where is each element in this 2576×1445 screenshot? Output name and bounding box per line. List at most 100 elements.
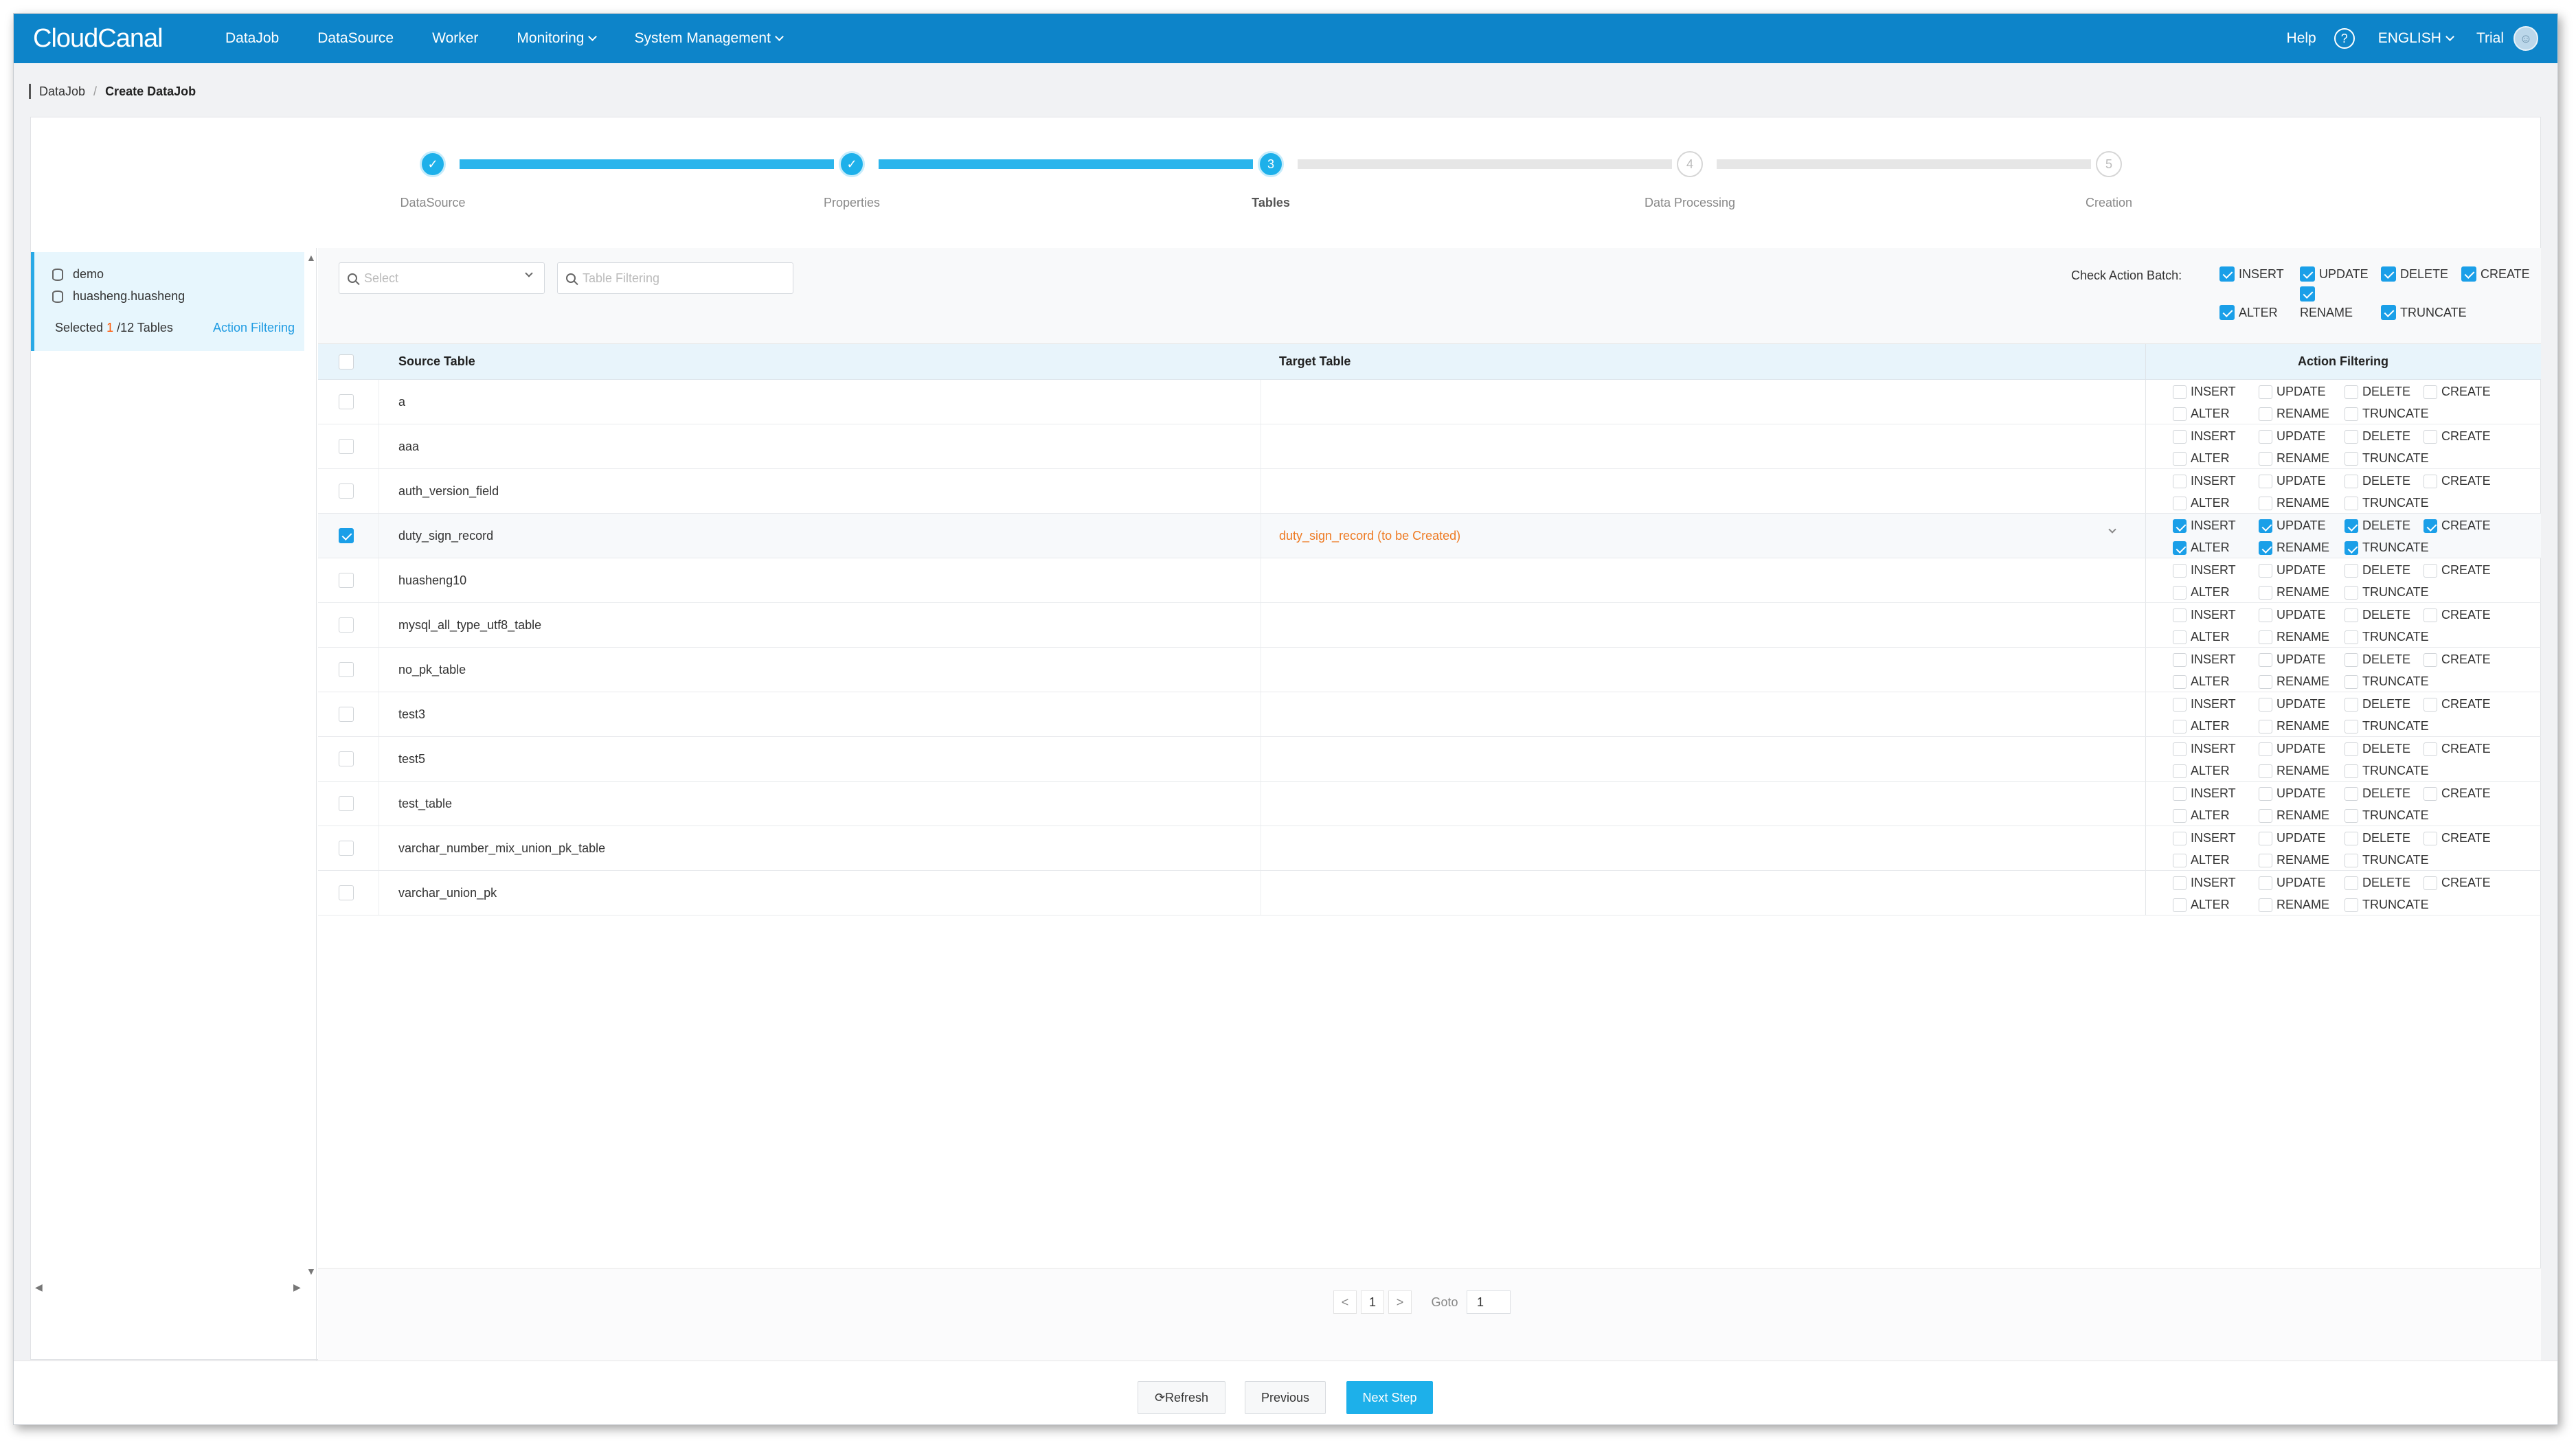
batch-truncate-checkbox[interactable] (2381, 305, 2396, 320)
batch-update-checkbox[interactable] (2300, 266, 2315, 282)
action-truncate[interactable]: TRUNCATE (2345, 451, 2429, 466)
action-delete[interactable]: DELETE (2345, 697, 2410, 712)
action-alter-checkbox[interactable] (2173, 719, 2187, 733)
action-insert[interactable]: INSERT (2173, 474, 2236, 488)
action-create-checkbox[interactable] (2424, 385, 2437, 399)
batch-rename-checkbox[interactable] (2300, 286, 2315, 301)
action-alter[interactable]: ALTER (2173, 898, 2230, 912)
target-table-name[interactable]: duty_sign_record (to be Created) (1279, 529, 1460, 543)
action-insert-checkbox[interactable] (2173, 742, 2187, 756)
action-insert[interactable]: INSERT (2173, 742, 2236, 756)
action-rename[interactable]: RENAME (2259, 496, 2329, 510)
batch-rename[interactable]: RENAME (2300, 286, 2353, 320)
action-delete-checkbox[interactable] (2345, 652, 2358, 667)
action-truncate-checkbox[interactable] (2345, 898, 2358, 912)
batch-delete-checkbox[interactable] (2381, 266, 2396, 282)
action-update-checkbox[interactable] (2259, 429, 2272, 444)
action-truncate[interactable]: TRUNCATE (2345, 541, 2429, 555)
action-update[interactable]: UPDATE (2259, 474, 2326, 488)
action-insert[interactable]: INSERT (2173, 519, 2236, 533)
action-create-checkbox[interactable] (2424, 652, 2437, 667)
table-row[interactable]: a INSERT UPDATE DELETE CREATE ALTER RENAME TRUN… (318, 380, 2541, 424)
action-alter[interactable]: ALTER (2173, 719, 2230, 733)
action-update-checkbox[interactable] (2259, 652, 2272, 667)
action-insert-checkbox[interactable] (2173, 429, 2187, 444)
action-insert-checkbox[interactable] (2173, 519, 2187, 533)
action-create-checkbox[interactable] (2424, 474, 2437, 488)
action-update[interactable]: UPDATE (2259, 519, 2326, 533)
action-create-checkbox[interactable] (2424, 519, 2437, 533)
action-rename-checkbox[interactable] (2259, 407, 2272, 421)
nav-datasource[interactable]: DataSource (317, 30, 394, 47)
goto-input[interactable]: 1 (1467, 1290, 1511, 1314)
help-link[interactable]: Help (2287, 30, 2316, 47)
action-update-checkbox[interactable] (2259, 831, 2272, 845)
action-rename-checkbox[interactable] (2259, 630, 2272, 644)
action-update[interactable]: UPDATE (2259, 563, 2326, 578)
action-truncate[interactable]: TRUNCATE (2345, 407, 2429, 421)
action-create-checkbox[interactable] (2424, 429, 2437, 444)
action-alter[interactable]: ALTER (2173, 541, 2230, 555)
action-create[interactable]: CREATE (2424, 742, 2491, 756)
action-truncate-checkbox[interactable] (2345, 496, 2358, 510)
action-alter[interactable]: ALTER (2173, 407, 2230, 421)
action-insert-checkbox[interactable] (2173, 385, 2187, 399)
scroll-right-icon[interactable]: ▶ (293, 1282, 301, 1293)
avatar[interactable]: ☺ (2513, 26, 2538, 51)
row-checkbox[interactable] (339, 483, 354, 499)
language-selector[interactable]: ENGLISH (2378, 30, 2454, 47)
action-delete-checkbox[interactable] (2345, 697, 2358, 712)
action-update-checkbox[interactable] (2259, 697, 2272, 712)
scroll-down-icon[interactable]: ▼ (306, 1266, 316, 1277)
next-page-button[interactable]: > (1388, 1290, 1412, 1314)
action-update-checkbox[interactable] (2259, 519, 2272, 533)
action-truncate[interactable]: TRUNCATE (2345, 764, 2429, 778)
action-delete-checkbox[interactable] (2345, 563, 2358, 578)
action-delete[interactable]: DELETE (2345, 429, 2410, 444)
action-create[interactable]: CREATE (2424, 697, 2491, 712)
action-update[interactable]: UPDATE (2259, 742, 2326, 756)
action-truncate[interactable]: TRUNCATE (2345, 808, 2429, 823)
scroll-up-icon[interactable]: ▲ (306, 252, 316, 263)
action-create-checkbox[interactable] (2424, 742, 2437, 756)
next-step-button[interactable]: Next Step (1346, 1381, 1433, 1414)
table-row[interactable]: huasheng10 INSERT UPDATE DELETE CREATE ALTER R… (318, 558, 2541, 603)
action-delete[interactable]: DELETE (2345, 742, 2410, 756)
action-rename[interactable]: RENAME (2259, 674, 2329, 689)
nav-monitoring[interactable]: Monitoring (517, 30, 598, 47)
action-alter-checkbox[interactable] (2173, 808, 2187, 823)
action-alter-checkbox[interactable] (2173, 898, 2187, 912)
action-insert[interactable]: INSERT (2173, 429, 2236, 444)
row-checkbox[interactable] (339, 751, 354, 766)
table-row[interactable]: varchar_number_mix_union_pk_table INSERT U… (318, 826, 2541, 871)
row-checkbox[interactable] (339, 617, 354, 633)
action-alter-checkbox[interactable] (2173, 496, 2187, 510)
db-select[interactable]: Select (339, 262, 545, 294)
action-truncate-checkbox[interactable] (2345, 853, 2358, 867)
action-alter-checkbox[interactable] (2173, 407, 2187, 421)
action-rename[interactable]: RENAME (2259, 853, 2329, 867)
batch-create[interactable]: CREATE (2461, 266, 2530, 282)
action-truncate-checkbox[interactable] (2345, 407, 2358, 421)
table-row[interactable]: no_pk_table INSERT UPDATE DELETE CREATE ALTER… (318, 648, 2541, 692)
batch-update[interactable]: UPDATE (2300, 266, 2369, 282)
action-update[interactable]: UPDATE (2259, 652, 2326, 667)
action-rename-checkbox[interactable] (2259, 764, 2272, 778)
action-delete[interactable]: DELETE (2345, 385, 2410, 399)
action-truncate-checkbox[interactable] (2345, 719, 2358, 733)
table-row[interactable]: test_table INSERT UPDATE DELETE CREATE ALTER R… (318, 782, 2541, 826)
table-row[interactable]: duty_sign_record duty_sign_record (to be … (318, 514, 2541, 558)
action-rename-checkbox[interactable] (2259, 451, 2272, 466)
action-alter-checkbox[interactable] (2173, 764, 2187, 778)
action-truncate-checkbox[interactable] (2345, 674, 2358, 689)
action-delete-checkbox[interactable] (2345, 519, 2358, 533)
action-truncate-checkbox[interactable] (2345, 541, 2358, 555)
action-create-checkbox[interactable] (2424, 876, 2437, 890)
action-delete-checkbox[interactable] (2345, 786, 2358, 801)
action-delete[interactable]: DELETE (2345, 831, 2410, 845)
action-create[interactable]: CREATE (2424, 608, 2491, 622)
action-update[interactable]: UPDATE (2259, 876, 2326, 890)
action-delete[interactable]: DELETE (2345, 563, 2410, 578)
action-alter[interactable]: ALTER (2173, 496, 2230, 510)
table-row[interactable]: test5 INSERT UPDATE DELETE CREATE ALTER RENAME… (318, 737, 2541, 782)
